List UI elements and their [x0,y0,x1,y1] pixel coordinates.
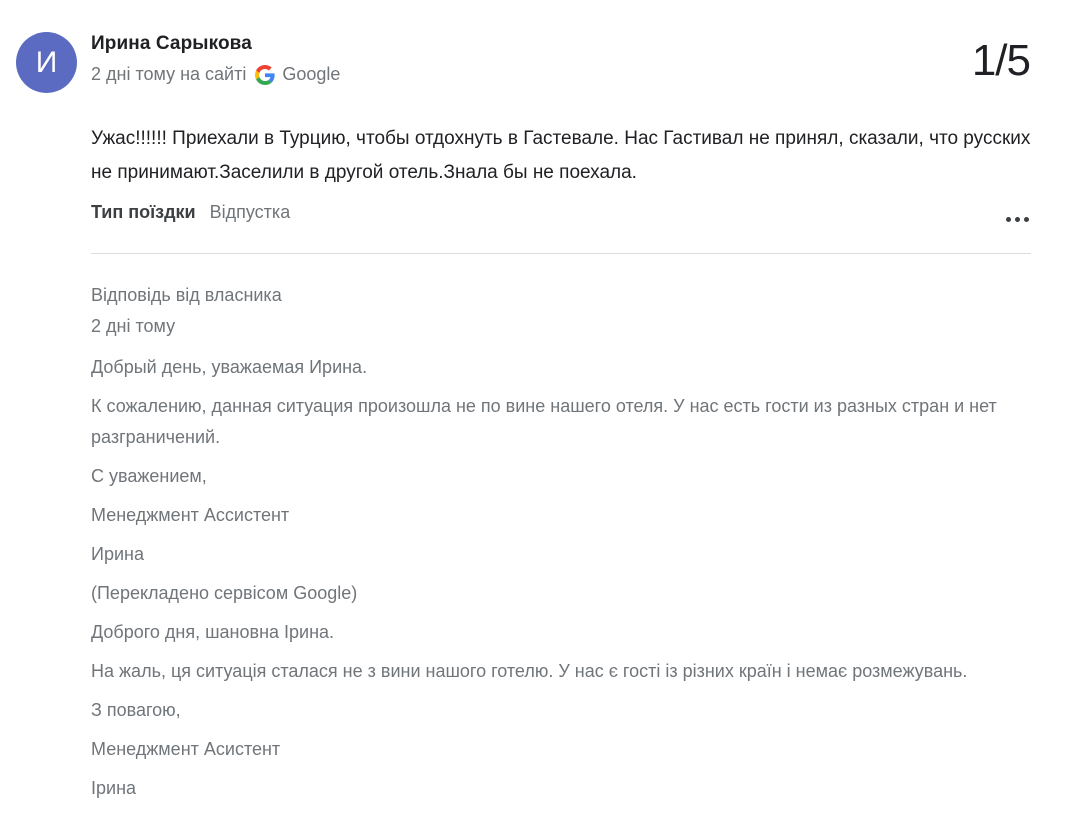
owner-response-line: З повагою, [91,700,181,720]
owner-response-line: Ирина [91,544,144,564]
owner-response-line: (Перекладено сервісом Google) [91,583,358,603]
review-rating: 1/5 [971,36,1031,85]
review-meta: 2 дні тому на сайті Google [91,64,340,85]
owner-response-line: Добрый день, уважаемая Ирина. [91,357,368,377]
avatar[interactable]: И [16,32,77,93]
trip-type-value: Відпустка [209,202,291,222]
owner-response-line: С уважением, [91,466,207,486]
trip-type-label: Тип поїздки [91,202,196,222]
review-source: Google [282,64,341,84]
owner-response-title: Відповідь від власника [91,285,282,305]
more-horiz-icon [1005,216,1011,222]
owner-response-time: 2 дні тому [91,316,176,336]
owner-response-line: Менеджмент Асистент [91,739,281,759]
author-name[interactable]: Ирина Сарыкова [91,33,252,55]
review-text: Ужас!!!!!! Приехали в Турцию, чтобы отдо… [91,128,1031,183]
more-options-button[interactable] [1002,204,1032,234]
owner-response-line: Ірина [91,778,137,798]
owner-response-line: На жаль, ця ситуація сталася не з вини н… [91,661,968,681]
owner-response-line: К сожалению, данная ситуация произошла н… [91,396,997,447]
review-time: 2 дні тому на сайті [91,64,247,84]
trip-type: Тип поїздки Відпустка [91,202,290,223]
owner-response-line: Доброго дня, шановна Ірина. [91,622,335,642]
divider [91,253,1031,254]
owner-response-line: Менеджмент Ассистент [91,505,290,525]
google-icon [255,64,275,85]
owner-response: Відповідь від власника 2 дні тому Добрый… [91,280,1051,804]
